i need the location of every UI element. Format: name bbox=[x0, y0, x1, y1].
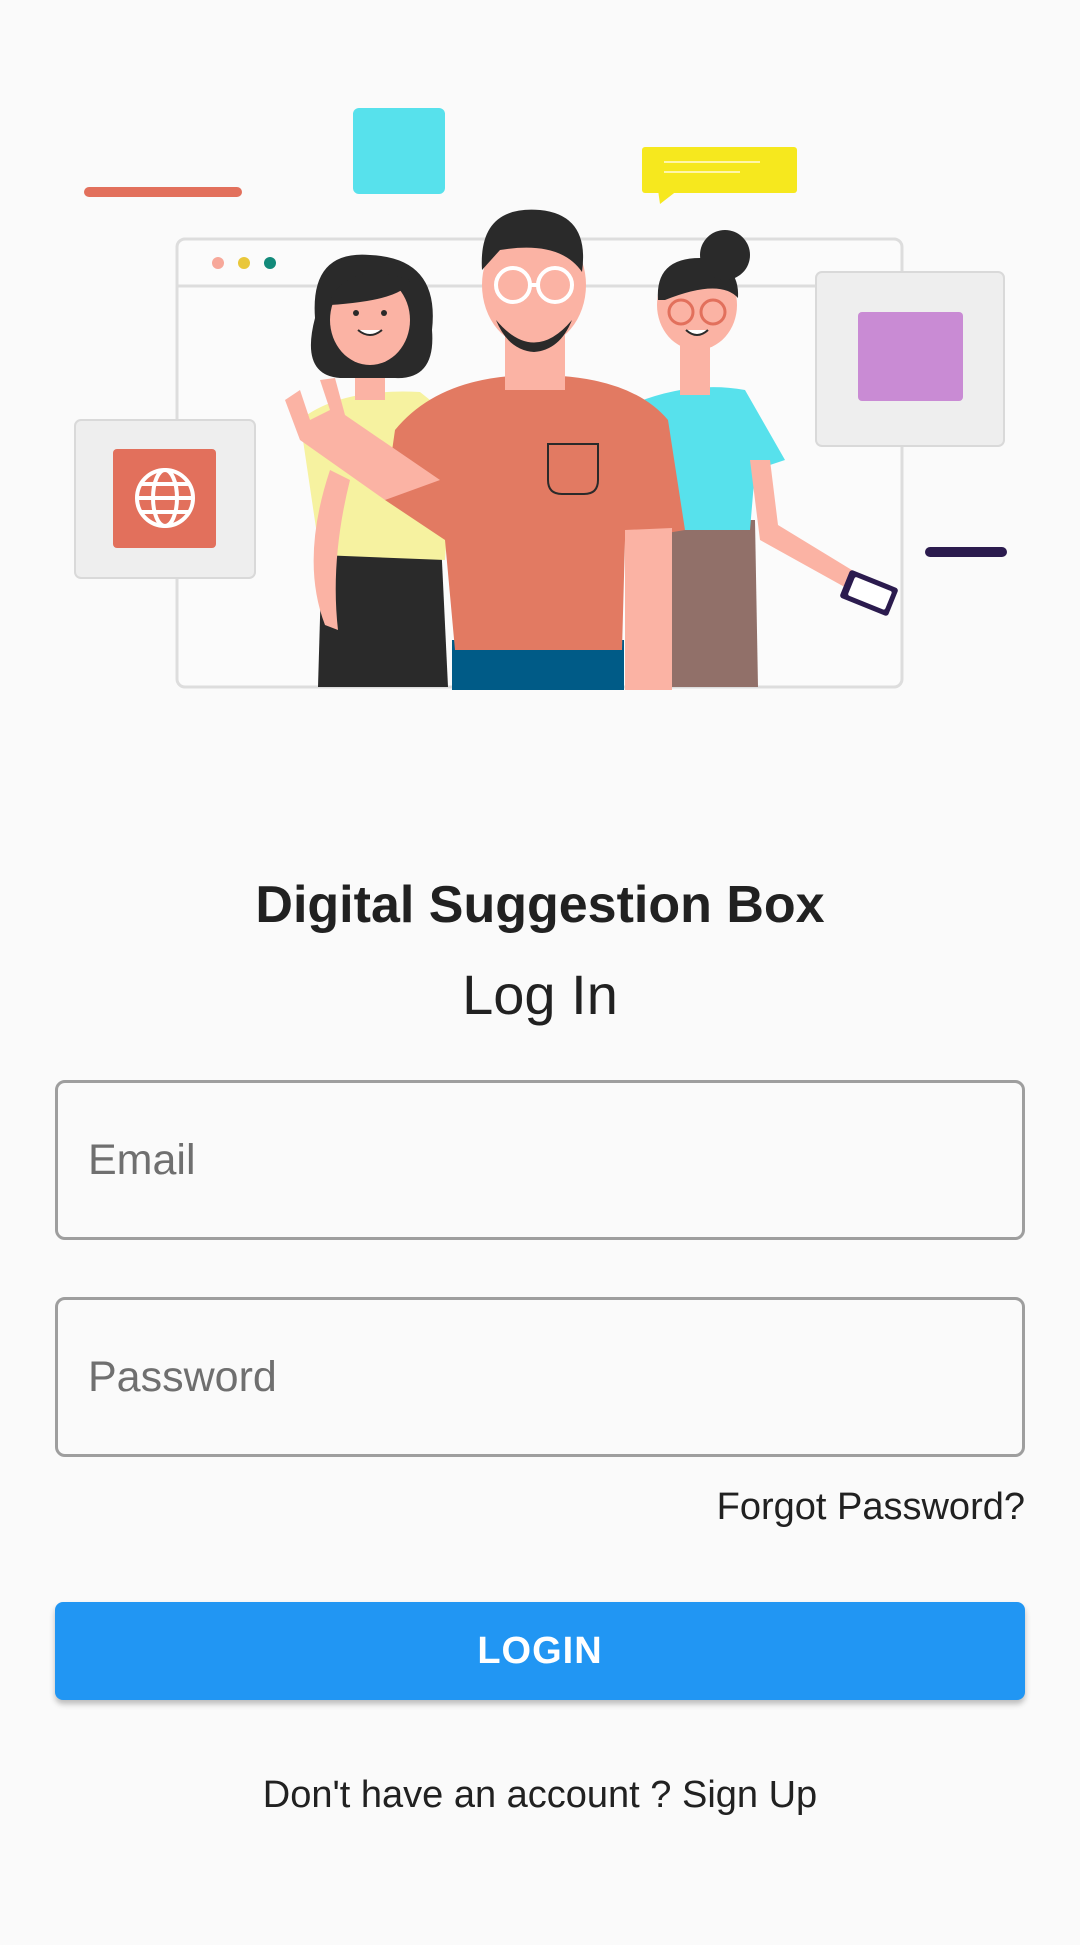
speech-bubble-icon bbox=[642, 147, 797, 204]
globe-card bbox=[74, 419, 256, 579]
team-illustration bbox=[74, 108, 1007, 690]
email-field[interactable] bbox=[55, 1080, 1025, 1240]
signup-link[interactable]: Sign Up bbox=[682, 1774, 817, 1816]
signup-prompt-text: Don't have an account ? bbox=[262, 1774, 682, 1816]
password-field[interactable] bbox=[55, 1297, 1025, 1457]
signup-prompt: Don't have an account ? Sign Up bbox=[0, 1770, 1080, 1820]
forgot-password-link[interactable]: Forgot Password? bbox=[717, 1482, 1025, 1532]
password-input[interactable] bbox=[88, 1300, 988, 1454]
app-title: Digital Suggestion Box bbox=[255, 876, 825, 934]
email-input[interactable] bbox=[88, 1083, 988, 1237]
decor-bar-orange bbox=[84, 187, 242, 197]
decor-square-cyan bbox=[353, 108, 445, 194]
decor-bar-navy bbox=[925, 547, 1007, 557]
login-screen: Digital Suggestion Box Log In Forgot Pas… bbox=[0, 0, 1080, 1945]
image-card bbox=[815, 271, 1005, 447]
login-button[interactable]: LOGIN bbox=[55, 1602, 1025, 1700]
page-title: Log In bbox=[462, 963, 618, 1026]
